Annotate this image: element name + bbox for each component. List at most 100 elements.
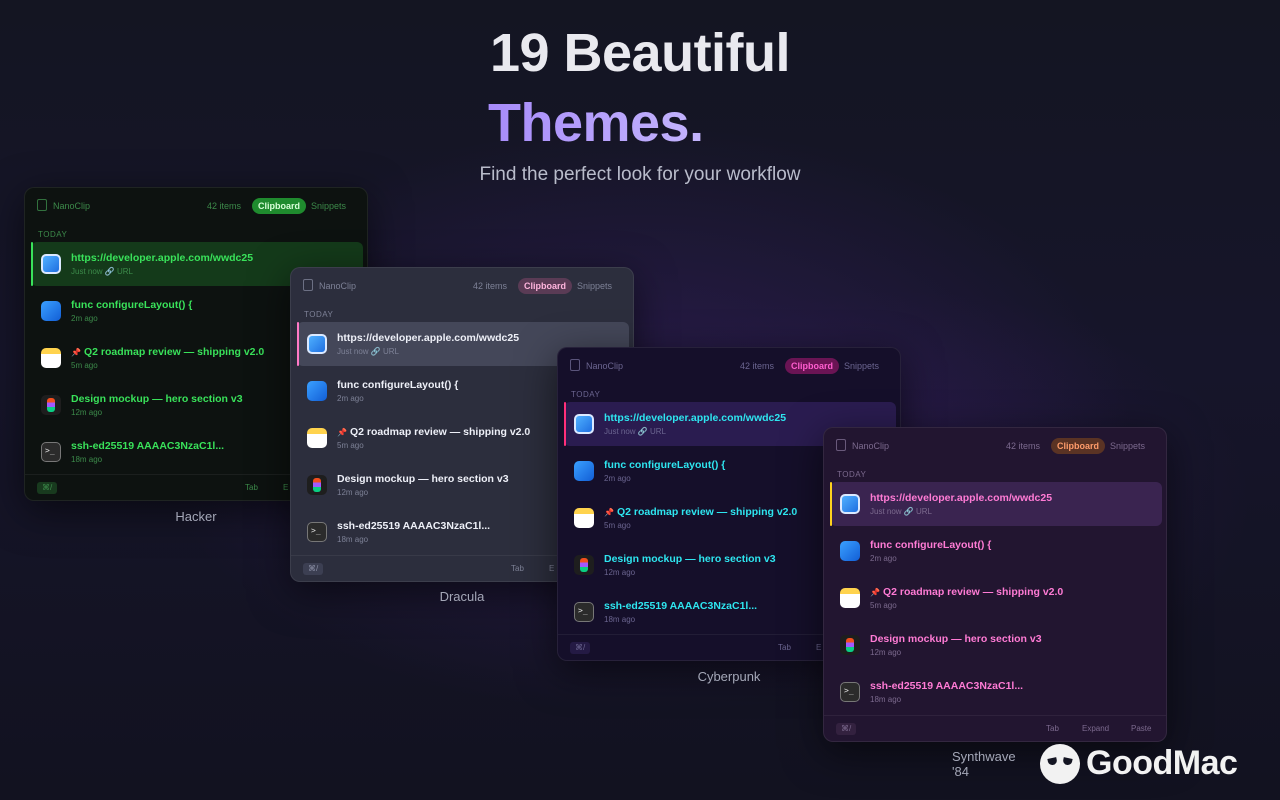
hint-expand: Expand [1082,724,1110,733]
list-item[interactable]: Design mockup — hero section v3 12m ago [830,623,1162,667]
item-count: 42 items [473,281,508,291]
hint-expand: E [549,564,555,573]
notes-icon [41,348,61,368]
selection-bar [31,242,33,286]
item-title: ssh-ed25519 AAAAC3NzaC1l... [604,600,758,612]
item-title: Design mockup — hero section v3 [604,553,776,565]
terminal-icon [574,602,594,622]
item-meta: 12m ago [71,408,103,417]
tab-clipboard[interactable]: Clipboard [1051,438,1105,454]
item-title: https://developer.apple.com/wwdc25 [604,412,787,424]
hint-tab: Tab [1046,724,1059,733]
item-count: 42 items [1006,441,1041,451]
item-count: 42 items [740,361,775,371]
item-meta: 2m ago [604,474,631,483]
tab-clipboard[interactable]: Clipboard [252,198,306,214]
item-title-text: Q2 roadmap review — shipping v2.0 [616,506,798,518]
tab-snippets[interactable]: Snippets [311,201,346,211]
shortcut-key: ⌘/ [836,723,857,735]
xcode-icon [574,461,594,481]
clipboard-icon [37,199,47,211]
item-title: 📌 Q2 roadmap review — shipping v2.0 [604,506,797,518]
tab-snippets[interactable]: Snippets [577,281,612,291]
item-title-text: Q2 roadmap review — shipping v2.0 [349,426,531,438]
tab-clipboard[interactable]: Clipboard [518,278,572,294]
app-name: NanoClip [319,281,357,291]
selection-bar [564,402,566,446]
hint-paste: Paste [1131,724,1152,733]
shortcut-key: ⌘/ [570,642,591,654]
item-meta: 5m ago [604,521,631,530]
logo-text: GoodMac [1086,744,1238,782]
selection-bar [830,482,832,526]
pin-icon: 📌 [604,508,614,517]
terminal-icon [41,442,61,462]
hero-title-line1: 19 Beautiful [489,23,791,83]
list-item[interactable]: func configureLayout() {2m ago [830,529,1162,573]
item-title: func configureLayout() { [71,299,193,311]
item-meta: 2m ago [71,314,98,323]
tab-snippets[interactable]: Snippets [1110,441,1145,451]
item-meta: 18m ago [337,535,369,544]
figma-icon [574,555,594,575]
item-meta: 5m ago [71,361,98,370]
terminal-icon [840,682,860,702]
item-meta: Just now 🔗 URL [870,507,932,516]
item-title-text: Q2 roadmap review — shipping v2.0 [882,586,1064,598]
safari-icon [840,494,860,514]
item-title: 📌 Q2 roadmap review — shipping v2.0 [71,346,264,358]
section-label: TODAY [38,230,68,239]
item-meta: 12m ago [604,568,636,577]
item-meta: 18m ago [604,615,636,624]
clipboard-icon [303,279,313,291]
item-title: ssh-ed25519 AAAAC3NzaC1l... [71,440,225,452]
list-item[interactable]: https://developer.apple.com/wwdc25 Just n… [830,482,1162,526]
list-item[interactable]: 📌 Q2 roadmap review — shipping v2.0 5m ago [830,576,1162,620]
tab-snippets[interactable]: Snippets [844,361,879,371]
pin-icon: 📌 [870,588,880,597]
notes-icon [574,508,594,528]
hero-title-line2: Themes. [488,93,704,153]
item-title: func configureLayout() { [604,459,726,471]
item-title: func configureLayout() { [870,539,992,551]
item-title: func configureLayout() { [337,379,459,391]
hint-expand: E [816,643,822,652]
panel-header: NanoClip 42 items Clipboard Snippets [291,268,633,304]
section-label: TODAY [304,310,334,319]
hint-expand: E [283,483,289,492]
xcode-icon [307,381,327,401]
item-title: 📌 Q2 roadmap review — shipping v2.0 [337,426,530,438]
app-name: NanoClip [53,201,91,211]
item-title: Design mockup — hero section v3 [337,473,509,485]
app-name: NanoClip [852,441,890,451]
item-meta: 12m ago [870,648,902,657]
app-name: NanoClip [586,361,624,371]
safari-icon [574,414,594,434]
hint-tab: Tab [245,483,258,492]
tab-clipboard[interactable]: Clipboard [785,358,839,374]
theme-preview-synthwave: NanoClip 42 items Clipboard Snippets TOD… [823,427,1167,742]
hero-subtitle: Find the perfect look for your workflow [479,164,801,185]
item-title: Design mockup — hero section v3 [71,393,243,405]
item-title: Design mockup — hero section v3 [870,633,1042,645]
section-label: TODAY [837,470,867,479]
clipboard-icon [836,439,846,451]
list-item[interactable]: ssh-ed25519 AAAAC3NzaC1l... 18m ago [830,670,1162,714]
pin-icon: 📌 [71,348,81,357]
item-title: 📌 Q2 roadmap review — shipping v2.0 [870,586,1063,598]
goodmac-mascot-icon [1040,744,1080,784]
item-count: 42 items [207,201,242,211]
shortcut-key: ⌘/ [37,482,58,494]
notes-icon [840,588,860,608]
item-title: https://developer.apple.com/wwdc25 [870,492,1053,504]
pin-icon: 📌 [337,428,347,437]
panel-header: NanoClip 42 items Clipboard Snippets [824,428,1166,464]
item-meta: Just now 🔗 URL [604,427,666,436]
section-label: TODAY [571,390,601,399]
xcode-icon [840,541,860,561]
panel-header: NanoClip 42 items Clipboard Snippets [558,348,900,384]
shortcut-key: ⌘/ [303,563,324,575]
theme-label-synthwave: Synthwave '84 [952,749,1016,779]
safari-icon [41,254,61,274]
panel-footer: ⌘/ Tab Expand Paste [824,715,1166,741]
